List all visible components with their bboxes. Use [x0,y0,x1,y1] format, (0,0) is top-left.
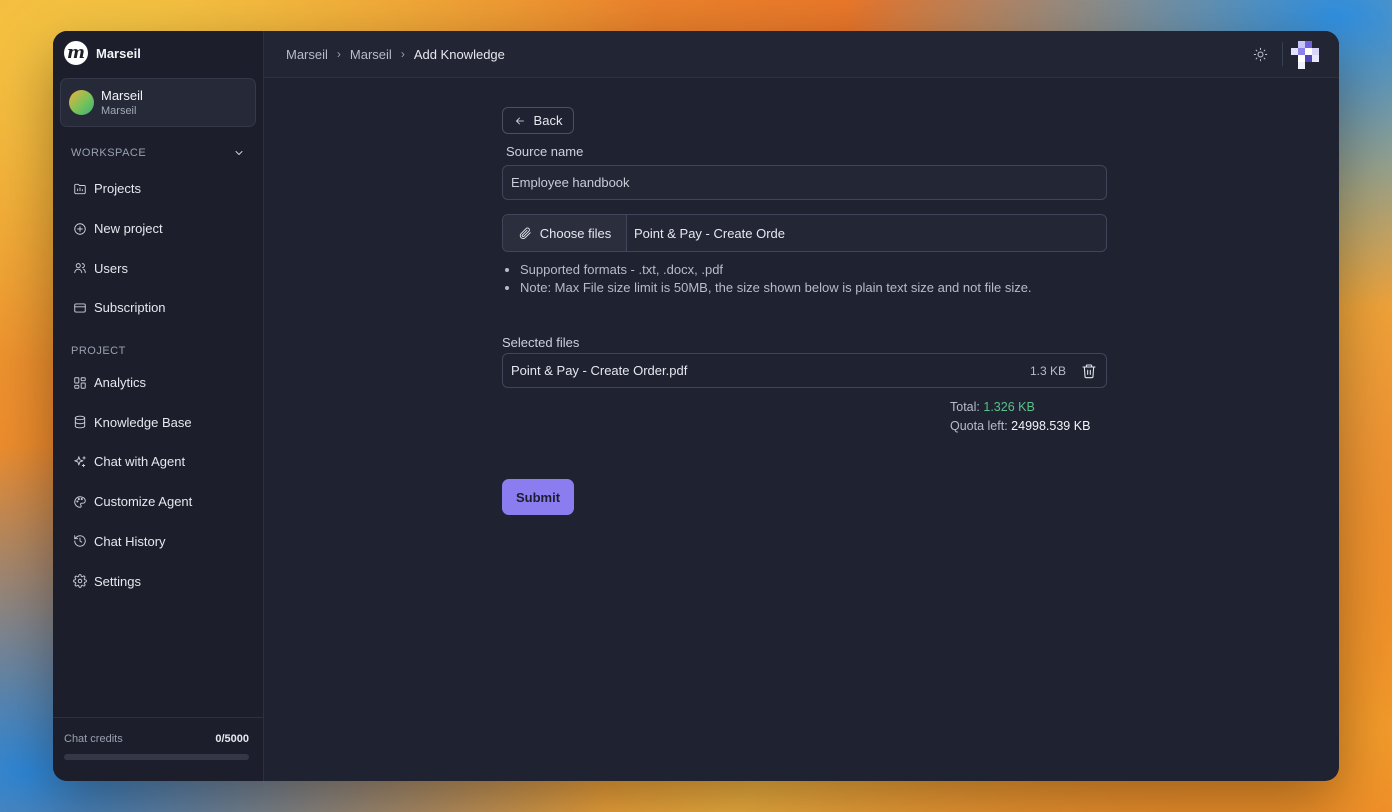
back-label: Back [533,113,563,128]
selected-file-row: Point & Pay - Create Order.pdf 1.3 KB [502,353,1107,388]
breadcrumb-item[interactable]: Marseil [350,47,392,62]
breadcrumb-current: Add Knowledge [413,46,505,62]
sidebar-item-settings[interactable]: Settings [53,561,263,601]
user-avatar[interactable] [1291,41,1321,69]
note-item: Note: Max File size limit is 50MB, the s… [520,279,1108,297]
file-picker[interactable]: Choose files Point & Pay - Create Orde [502,214,1107,252]
source-name-input[interactable] [502,165,1107,200]
sidebar-item-users[interactable]: Users [53,248,263,288]
history-icon [74,535,86,548]
sidebar-item-label: Chat History [94,533,166,549]
chat-credits: Chat credits 0/5000 [53,717,263,781]
sidebar-item-chat-with-agent[interactable]: Chat with Agent [53,442,263,482]
workspace-nav: Projects New project Users Subscription [53,169,263,328]
project-section-heading: PROJECT [53,345,263,357]
chevron-down-icon [235,151,243,155]
sidebar-item-customize-agent[interactable]: Customize Agent [53,482,263,522]
add-knowledge-form: Back Source name Choose files Point & Pa… [502,107,1108,515]
divider [1282,42,1283,66]
credits-label: Chat credits [64,733,123,745]
project-nav: Analytics Knowledge Base Chat with Agent… [53,363,263,601]
grid-icon [74,376,86,389]
sidebar-item-knowledge-base[interactable]: Knowledge Base [53,402,263,442]
sidebar-item-label: Projects [94,181,141,197]
top-bar: Marseil › Marseil › Add Knowledge [264,31,1339,78]
sidebar-item-label: Knowledge Base [94,414,192,430]
selected-file-size: 1.3 KB [1029,363,1066,378]
sidebar-item-label: Settings [94,573,141,589]
sidebar-item-new-project[interactable]: New project [53,209,263,249]
credit-card-icon [74,303,86,313]
app-window: m Marseil Marseil Marseil WORKSPACE Proj… [53,31,1339,781]
selected-file-name: Point & Pay - Create Order.pdf [511,363,688,378]
quota-value: 24998.539 KB [1011,419,1091,433]
sidebar-item-label: Subscription [94,300,166,316]
credits-value: 0/5000 [215,733,249,745]
users-icon [74,263,86,274]
brand[interactable]: m Marseil [53,31,263,75]
credits-progress-bar [64,754,249,760]
totals: Total: 1.326 KB Quota left: 24998.539 KB [950,398,1108,436]
project-subtitle: Marseil [101,104,137,117]
project-title: Marseil [101,87,143,103]
chosen-file-name: Point & Pay - Create Orde [634,225,786,241]
sidebar-item-label: Chat with Agent [94,454,186,470]
quota-label: Quota left: [950,419,1008,433]
chevron-right-icon: › [400,47,405,61]
folder-icon [74,183,86,194]
delete-file-button[interactable] [1080,362,1098,380]
workspace-heading: WORKSPACE [71,147,147,159]
trash-icon [1082,364,1096,379]
gear-icon [73,574,87,588]
workspace-section-toggle[interactable]: WORKSPACE [53,147,263,159]
sidebar-item-label: Customize Agent [94,494,193,510]
back-button[interactable]: Back [502,107,574,134]
palette-icon [74,495,86,508]
sidebar-item-projects[interactable]: Projects [53,169,263,209]
plus-circle-icon [74,222,86,235]
note-item: Supported formats - .txt, .docx, .pdf [520,261,1108,279]
total-label: Total: [950,400,980,414]
paperclip-icon [519,227,531,240]
sidebar-item-analytics[interactable]: Analytics [53,363,263,403]
sidebar-item-label: New project [94,221,163,237]
sidebar-item-label: Analytics [94,375,147,391]
submit-button[interactable]: Submit [502,479,574,515]
sidebar-item-label: Users [94,260,128,276]
sparkles-icon [74,456,86,468]
logo-icon: m [64,41,88,65]
chevron-right-icon: › [336,47,341,61]
sun-icon [1253,47,1267,61]
choose-files-button[interactable]: Choose files [503,215,627,251]
upload-notes: Supported formats - .txt, .docx, .pdf No… [520,261,1108,297]
choose-files-label: Choose files [539,225,612,241]
project-avatar [69,90,94,115]
theme-toggle-button[interactable] [1247,41,1273,67]
sidebar: m Marseil Marseil Marseil WORKSPACE Proj… [53,31,264,781]
arrow-left-icon [515,117,524,124]
project-switcher[interactable]: Marseil Marseil [60,78,256,127]
source-name-label: Source name [506,144,584,159]
selected-files-label: Selected files [502,335,580,350]
breadcrumb-item[interactable]: Marseil [286,47,328,62]
sidebar-item-chat-history[interactable]: Chat History [53,522,263,562]
database-icon [74,415,86,429]
app-name: Marseil [96,45,141,61]
project-heading: PROJECT [71,344,126,357]
main-area: Marseil › Marseil › Add Knowledge Back S… [264,31,1339,781]
sidebar-item-subscription[interactable]: Subscription [53,288,263,328]
breadcrumb: Marseil › Marseil › Add Knowledge [286,47,505,62]
total-value: 1.326 KB [983,400,1035,414]
